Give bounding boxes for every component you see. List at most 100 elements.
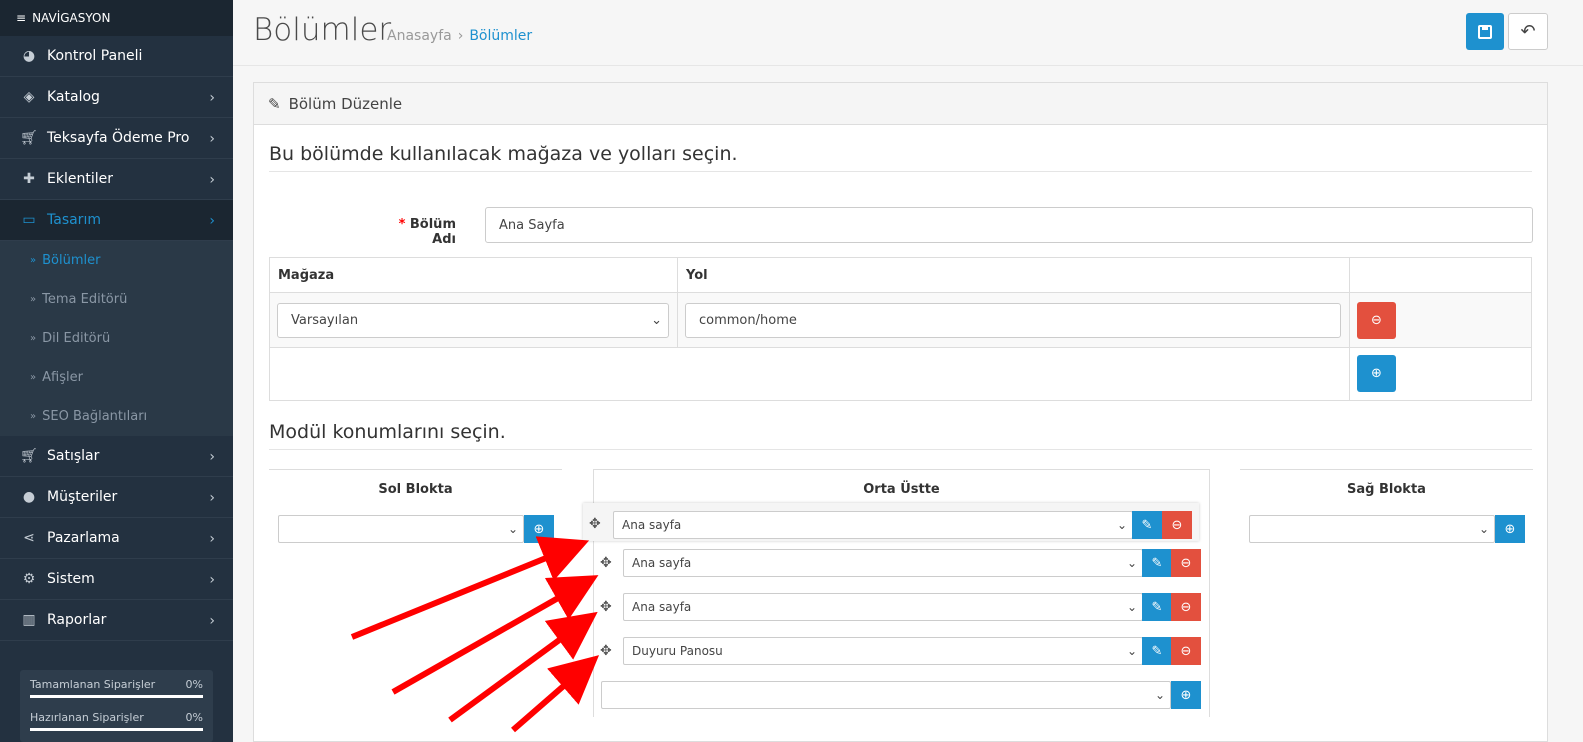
chevron-right-icon: › [209, 449, 215, 465]
move-icon[interactable]: ✥ [600, 643, 612, 659]
add-content-top-module-button[interactable]: ⊕ [1171, 681, 1201, 709]
new-module-select[interactable]: ⌄ [601, 681, 1171, 709]
column-right: Sağ Blokta [1240, 469, 1533, 505]
chevron-right-icon: › [209, 531, 215, 547]
chevron-right-icon: › [209, 131, 215, 147]
cart-icon: 🛒︎ [20, 130, 38, 146]
move-icon[interactable]: ✥ [600, 599, 612, 615]
breadcrumb-current[interactable]: Bölümler [469, 28, 532, 44]
chevron-down-icon: ⌄ [1116, 518, 1127, 532]
sidebar-item-marketing[interactable]: ⋖ Pazarlama › [0, 518, 233, 559]
page-header: Bölümler Anasayfa › Bölümler ↶ [233, 0, 1583, 66]
breadcrumb-home[interactable]: Anasayfa [387, 28, 452, 44]
order-stats: Tamamlanan Siparişler 0% Hazırlanan Sipa… [20, 670, 213, 742]
move-icon[interactable]: ✥ [589, 516, 601, 532]
add-route-button[interactable]: ⊕ [1357, 355, 1396, 392]
double-chevron-icon: » [30, 411, 37, 422]
stat-value: 0% [185, 711, 203, 724]
puzzle-icon: ✚ [23, 171, 35, 187]
sidebar-subitem-layouts[interactable]: » Bölümler [0, 241, 233, 280]
column-header-actions [1349, 257, 1532, 293]
sidebar-item-dashboard[interactable]: ◕ Kontrol Paneli [0, 36, 233, 77]
progress-bar [30, 695, 203, 698]
sidebar-subitem-seo-urls[interactable]: » SEO Bağlantıları [0, 397, 233, 436]
remove-module-button[interactable]: ⊖ [1171, 593, 1201, 621]
sidebar-item-design[interactable]: ▭ Tasarım › [0, 200, 233, 241]
tags-icon: ◈ [23, 89, 35, 105]
module-select[interactable]: Ana sayfa ⌄ [623, 593, 1143, 621]
chevron-right-icon: › [209, 572, 215, 588]
sidebar-item-extensions[interactable]: ✚ Eklentiler › [0, 159, 233, 200]
breadcrumb: Anasayfa › Bölümler [387, 28, 532, 44]
right-module-select[interactable]: ⌄ [1249, 515, 1495, 543]
edit-module-button[interactable]: ✎ [1142, 549, 1172, 577]
required-marker: * [398, 217, 410, 232]
remove-module-button[interactable]: ⊖ [1171, 549, 1201, 577]
page-title: Bölümler [253, 12, 392, 48]
add-left-module-button[interactable]: ⊕ [524, 515, 554, 543]
chevron-down-icon: ⌄ [1478, 522, 1489, 536]
chevron-down-icon: ⌄ [1126, 556, 1137, 570]
plus-circle-icon: ⊕ [1371, 366, 1382, 381]
plus-circle-icon: ⊕ [1180, 687, 1192, 703]
remove-route-button[interactable]: ⊖ [1357, 302, 1396, 339]
sidebar-item-system[interactable]: ⚙ Sistem › [0, 559, 233, 600]
edit-module-button[interactable]: ✎ [1142, 593, 1172, 621]
route-input[interactable]: common/home [685, 303, 1341, 338]
minus-circle-icon: ⊖ [1180, 643, 1192, 659]
sidebar-subitem-banners[interactable]: » Afişler [0, 358, 233, 397]
minus-circle-icon: ⊖ [1171, 517, 1183, 533]
sidebar-item-customers[interactable]: ● Müşteriler › [0, 477, 233, 518]
store-select[interactable]: Varsayılan ⌄ [277, 303, 669, 338]
save-button[interactable] [1466, 13, 1504, 50]
chevron-right-icon: › [209, 172, 215, 188]
plus-circle-icon: ⊕ [533, 521, 545, 537]
sidebar-item-label: Teksayfa Ödeme Pro [47, 130, 190, 146]
navigation-header-label: NAVİGASYON [32, 11, 111, 25]
edit-module-button[interactable]: ✎ [1142, 637, 1172, 665]
sidebar-item-checkout[interactable]: 🛒︎ Teksayfa Ödeme Pro › [0, 118, 233, 159]
module-select[interactable]: Ana sayfa ⌄ [613, 511, 1133, 539]
pencil-icon: ✎ [1151, 555, 1163, 571]
pencil-icon: ✎ [1141, 517, 1153, 533]
left-module-select[interactable]: ⌄ [278, 515, 524, 543]
remove-module-button[interactable]: ⊖ [1162, 511, 1192, 539]
chevron-down-icon: ⌄ [1126, 600, 1137, 614]
sidebar-item-label: Katalog [47, 89, 100, 105]
add-right-module-button[interactable]: ⊕ [1495, 515, 1525, 543]
module-select[interactable]: Duyuru Panosu ⌄ [623, 637, 1143, 665]
module-select[interactable]: Ana sayfa ⌄ [623, 549, 1143, 577]
module-select-value: Ana sayfa [622, 518, 682, 532]
chevron-down-icon: ⌄ [651, 313, 662, 328]
sidebar-item-label: Kontrol Paneli [47, 48, 143, 64]
stat-label: Tamamlanan Siparişler [30, 678, 156, 691]
pencil-icon: ✎ [1151, 599, 1163, 615]
sidebar-item-label: Satışlar [47, 448, 100, 464]
sidebar-item-reports[interactable]: ▥ Raporlar › [0, 600, 233, 641]
chevron-down-icon: ⌄ [1126, 644, 1137, 658]
back-button[interactable]: ↶ [1508, 13, 1548, 50]
sidebar-item-sales[interactable]: 🛒︎ Satışlar › [0, 436, 233, 477]
column-left: Sol Blokta [269, 469, 562, 505]
sidebar-subitem-label: Bölümler [42, 253, 101, 268]
sidebar-item-label: Eklentiler [47, 171, 113, 187]
panel-heading-label: Bölüm Düzenle [288, 94, 403, 113]
chevron-right-icon: › [209, 490, 215, 506]
layout-name-input[interactable]: Ana Sayfa [485, 207, 1533, 243]
edit-module-button[interactable]: ✎ [1132, 511, 1162, 539]
sidebar-subitem-language-editor[interactable]: » Dil Editörü [0, 319, 233, 358]
sidebar-subitem-label: Tema Editörü [42, 292, 128, 307]
legend-module-positions: Modül konumlarını seçin. [269, 421, 1532, 450]
breadcrumb-separator: › [457, 28, 464, 44]
stat-completed: Tamamlanan Siparişler 0% [30, 678, 203, 691]
module-select-value: Ana sayfa [632, 600, 692, 614]
move-icon[interactable]: ✥ [600, 555, 612, 571]
sidebar-subitem-theme-editor[interactable]: » Tema Editörü [0, 280, 233, 319]
dashboard-icon: ◕ [22, 48, 36, 64]
layout-name-label-text: Bölüm Adı [409, 217, 456, 247]
navigation-header[interactable]: ≡ NAVİGASYON [0, 0, 233, 36]
sidebar-item-label: Sistem [47, 571, 95, 587]
remove-module-button[interactable]: ⊖ [1171, 637, 1201, 665]
double-chevron-icon: » [30, 372, 37, 383]
sidebar-item-catalog[interactable]: ◈ Katalog › [0, 77, 233, 118]
